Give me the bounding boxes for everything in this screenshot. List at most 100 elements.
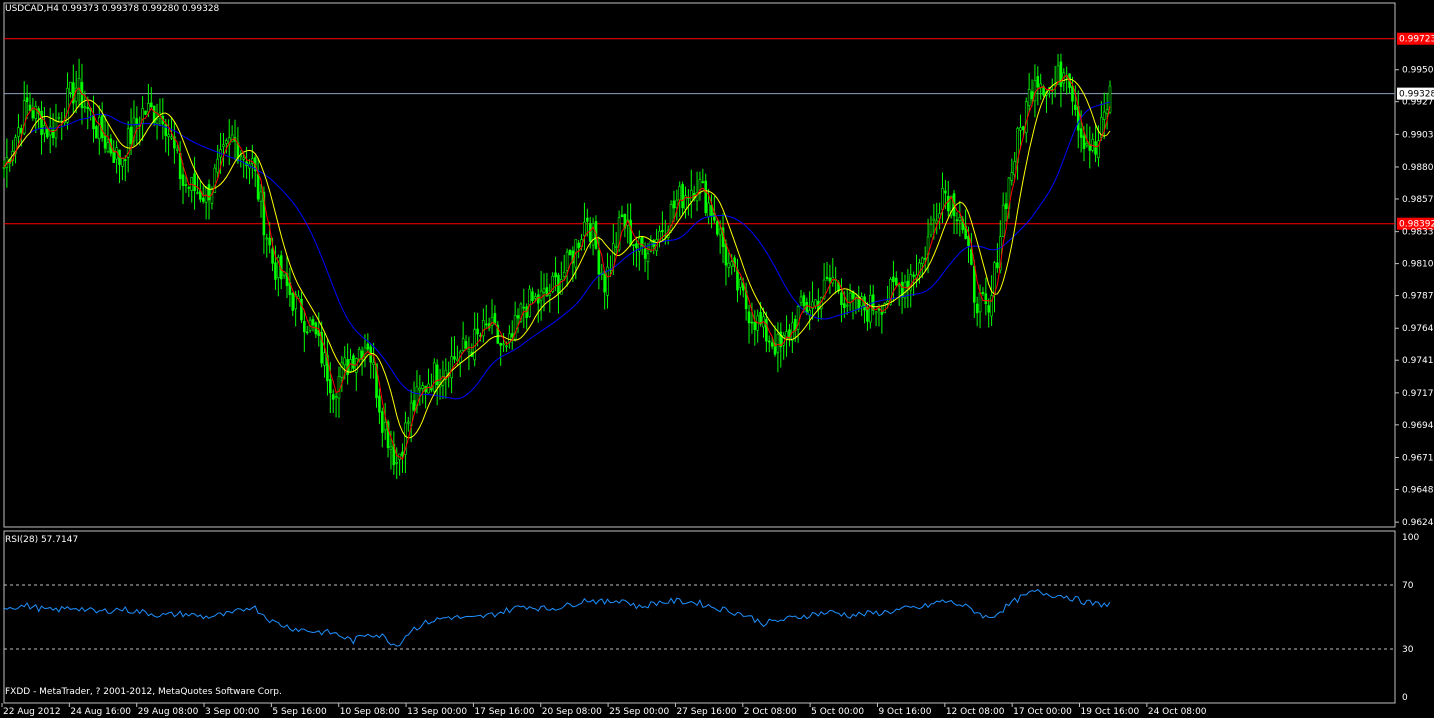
candle-body <box>632 244 635 246</box>
candle-body <box>1079 128 1083 138</box>
candle-body <box>427 383 430 394</box>
candle-body <box>643 248 647 259</box>
candle-body <box>311 319 315 326</box>
candle-body <box>144 110 147 115</box>
candle-body <box>1105 109 1109 114</box>
candle-body <box>66 87 69 123</box>
candle-body <box>129 126 133 145</box>
candle-body <box>225 140 228 144</box>
candle-body <box>577 242 580 249</box>
candle-body <box>435 364 439 385</box>
candle-body <box>40 110 43 136</box>
candle-body <box>57 117 61 119</box>
candle-body <box>542 288 546 293</box>
candle-body <box>95 126 98 139</box>
candle-body <box>620 214 624 218</box>
candle-body <box>539 290 543 301</box>
candle-body <box>531 291 534 301</box>
candle-body <box>753 321 757 331</box>
candle-body <box>874 311 878 314</box>
candle-body <box>216 158 219 173</box>
candle-body <box>378 395 381 413</box>
candle-body <box>432 362 436 392</box>
candle-body <box>727 262 731 268</box>
candle-body <box>135 118 139 125</box>
candle-body <box>554 272 557 278</box>
candle-body <box>678 186 682 201</box>
candle-body <box>597 250 601 275</box>
candle-body <box>1010 172 1014 181</box>
candle-body <box>291 292 295 311</box>
x-tick-label: 3 Sep 00:00 <box>205 707 260 717</box>
candle-body <box>1030 91 1034 100</box>
candle-body <box>955 219 959 222</box>
candle-body <box>450 356 453 379</box>
candle-body <box>1102 111 1106 120</box>
candle-body <box>86 106 90 109</box>
candle-body <box>271 248 274 264</box>
candle-body <box>167 134 170 137</box>
rsi-tick-label: 30 <box>1402 645 1414 655</box>
candle <box>883 302 887 314</box>
candle-body <box>418 388 422 391</box>
x-tick-label: 9 Oct 16:00 <box>878 707 931 717</box>
y-tick-label: 0.98800 <box>1402 163 1434 173</box>
candle-body <box>522 306 526 309</box>
candle-body <box>704 180 708 213</box>
candle-body <box>528 288 531 317</box>
candle-body <box>629 219 632 246</box>
candle-body <box>892 276 895 282</box>
rsi-info-label: RSI(28) 57.7147 <box>5 535 79 545</box>
x-tick-label: 24 Oct 08:00 <box>1148 707 1207 717</box>
chart-canvas[interactable]: 0.997230.983920.99328 0.995000.992700.99… <box>0 0 1434 718</box>
candle-body <box>1094 141 1097 155</box>
candle-body <box>886 300 889 304</box>
footer-copyright: FXDD - MetaTrader, ? 2001-2012, MetaQuot… <box>5 687 282 697</box>
candle-body <box>502 343 505 346</box>
candle-body <box>196 192 199 194</box>
candle-body <box>877 308 881 311</box>
candle-body <box>715 221 719 235</box>
candle-body <box>635 243 638 249</box>
y-tick-label: 0.99035 <box>1402 130 1434 140</box>
candle-body <box>843 303 846 308</box>
candle-body <box>265 237 269 240</box>
candle-body <box>175 148 179 151</box>
candle-body <box>256 173 260 200</box>
candle-body <box>100 115 104 139</box>
y-tick-label: 0.96245 <box>1402 518 1434 528</box>
candle-body <box>121 158 124 167</box>
y-tick-label: 0.99500 <box>1402 66 1434 76</box>
candle-body <box>366 343 370 350</box>
level-tag-label: 0.99723 <box>1399 35 1434 45</box>
x-tick-label: 2 Oct 08:00 <box>744 707 797 717</box>
candle-body <box>845 304 849 307</box>
candle-body <box>83 106 87 109</box>
candle-body <box>972 265 976 303</box>
candle-body <box>739 279 742 288</box>
candle-body <box>944 190 947 194</box>
y-tick-label: 0.96480 <box>1402 485 1434 495</box>
candle-body <box>825 276 829 279</box>
candle-body <box>848 292 852 304</box>
y-tick-label: 0.96945 <box>1402 421 1434 431</box>
candle-body <box>828 277 832 282</box>
x-tick-label: 29 Aug 08:00 <box>138 707 199 717</box>
candle-body <box>499 343 502 346</box>
candle-body <box>25 97 29 103</box>
candle-body <box>681 184 684 209</box>
candle <box>95 124 98 139</box>
x-tick-label: 17 Oct 00:00 <box>1013 707 1072 717</box>
symbol-info-label: USDCAD,H4 0.99373 0.99378 0.99280 0.9932… <box>5 4 220 14</box>
rsi-tick-label: 0 <box>1402 693 1408 703</box>
candle-body <box>181 174 185 186</box>
candle-body <box>984 293 988 304</box>
candle-body <box>1059 61 1063 87</box>
candle-body <box>736 269 739 291</box>
candle-body <box>69 81 72 93</box>
candle-body <box>383 421 387 431</box>
candle-body <box>274 262 277 280</box>
candle-body <box>661 229 664 233</box>
candle-body <box>421 385 425 389</box>
x-tick-label: 22 Aug 2012 <box>3 707 61 717</box>
